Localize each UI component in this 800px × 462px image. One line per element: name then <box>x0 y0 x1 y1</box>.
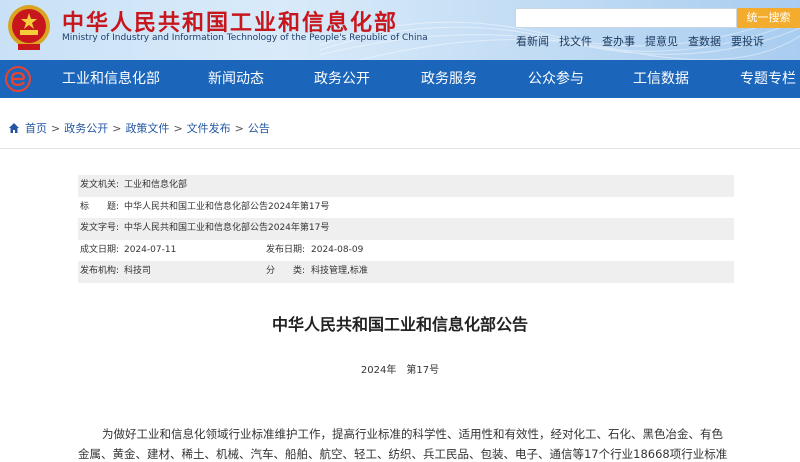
article-number: 2024年 第17号 <box>360 365 440 376</box>
quick-link-services[interactable]: 查办事 <box>602 33 635 48</box>
meta-label: 发布机构: <box>80 266 120 276</box>
quick-link-news[interactable]: 看新闻 <box>516 33 549 48</box>
main-nav: 工业和信息化部 新闻动态 政务公开 政务服务 公众参与 工信数据 专题专栏 <box>0 60 800 98</box>
breadcrumb-home[interactable]: 首页 <box>25 120 47 136</box>
meta-label: 发布日期: <box>266 244 306 255</box>
national-emblem-icon <box>8 5 50 50</box>
meta-row-doc-no: 发文字号: 中华人民共和国工业和信息化部公告2024年第17号 <box>78 218 734 240</box>
breadcrumb-release[interactable]: 文件发布 <box>187 120 231 136</box>
meta-value-doc-no: 中华人民共和国工业和信息化部公告2024年第17号 <box>124 223 330 233</box>
meta-label: 发文机关: <box>80 180 120 190</box>
document-meta-table: 发文机关: 工业和信息化部 标 题: 中华人民共和国工业和信息化部公告2024年… <box>78 175 734 283</box>
divider <box>0 148 800 149</box>
breadcrumb: 首页 > 政务公开 > 政策文件 > 文件发布 > 公告 <box>8 121 270 135</box>
meta-value-category: 科技管理,标准 <box>311 266 368 276</box>
breadcrumb-separator: > <box>173 121 183 135</box>
nav-item-public[interactable]: 公众参与 <box>528 60 584 98</box>
breadcrumb-separator: > <box>234 121 244 135</box>
meta-row-dates: 成文日期: 2024-07-11 发布日期: 2024-08-09 <box>78 240 734 262</box>
site-subtitle: Ministry of Industry and Information Tec… <box>62 33 428 43</box>
breadcrumb-notice[interactable]: 公告 <box>248 120 270 136</box>
quick-link-data[interactable]: 查数据 <box>688 33 721 48</box>
meta-row-issuer: 发文机关: 工业和信息化部 <box>78 175 734 197</box>
quick-link-complaint[interactable]: 要投诉 <box>731 33 764 48</box>
header-banner: 中华人民共和国工业和信息化部 Ministry of Industry and … <box>0 0 800 60</box>
miit-logo-icon[interactable] <box>5 66 31 92</box>
meta-label: 标 题: <box>80 201 120 212</box>
meta-row-title: 标 题: 中华人民共和国工业和信息化部公告2024年第17号 <box>78 197 734 219</box>
meta-label: 分 类: <box>266 266 306 276</box>
meta-label: 成文日期: <box>80 244 120 255</box>
breadcrumb-separator: > <box>112 121 122 135</box>
meta-value-issuer: 工业和信息化部 <box>124 180 188 190</box>
nav-item-gov-services[interactable]: 政务服务 <box>421 60 477 98</box>
nav-item-miit[interactable]: 工业和信息化部 <box>62 60 160 98</box>
quick-link-files[interactable]: 找文件 <box>559 33 592 48</box>
quick-links: 看新闻 找文件 查办事 提意见 查数据 要投诉 <box>516 33 764 48</box>
article-title: 中华人民共和国工业和信息化部公告 <box>271 315 528 334</box>
nav-item-data[interactable]: 工信数据 <box>633 60 689 98</box>
home-icon <box>9 123 19 133</box>
breadcrumb-separator: > <box>51 121 61 135</box>
search-input[interactable] <box>515 8 737 28</box>
quick-link-feedback[interactable]: 提意见 <box>645 33 678 48</box>
breadcrumb-gov-info[interactable]: 政务公开 <box>64 120 108 136</box>
article-body: 为做好工业和信息化领域行业标准维护工作，提高行业标准的科学性、适用性和有效性，经… <box>78 427 728 461</box>
nav-item-special[interactable]: 专题专栏 <box>740 60 796 98</box>
nav-item-news[interactable]: 新闻动态 <box>208 60 264 98</box>
meta-value-created: 2024-07-11 <box>124 244 177 255</box>
search-button[interactable]: 统一搜索 <box>737 8 800 28</box>
breadcrumb-policy[interactable]: 政策文件 <box>125 120 169 136</box>
meta-value-title: 中华人民共和国工业和信息化部公告2024年第17号 <box>124 201 330 212</box>
meta-label: 发文字号: <box>80 223 120 233</box>
meta-row-agency: 发布机构: 科技司 分 类: 科技管理,标准 <box>78 261 734 283</box>
meta-value-agency: 科技司 <box>124 266 152 276</box>
meta-value-published: 2024-08-09 <box>311 244 364 255</box>
nav-item-gov-info[interactable]: 政务公开 <box>314 60 370 98</box>
